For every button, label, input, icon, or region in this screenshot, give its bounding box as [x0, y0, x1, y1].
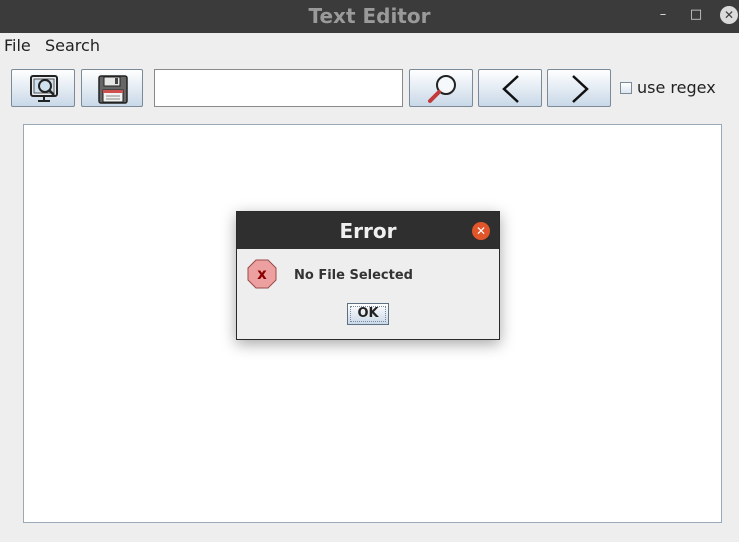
- magnifier-icon: [428, 75, 456, 103]
- maximize-button[interactable]: □: [684, 0, 708, 33]
- chevron-right-icon: [572, 75, 589, 103]
- dialog-title: Error: [339, 219, 397, 243]
- next-button[interactable]: [547, 69, 611, 107]
- dialog-message: No File Selected: [294, 268, 413, 283]
- chevron-left-icon: [502, 75, 519, 103]
- menu-search[interactable]: Search: [45, 36, 100, 55]
- dialog-titlebar: Error ✕: [237, 212, 499, 249]
- window-title: Text Editor: [308, 4, 431, 28]
- open-file-button[interactable]: [11, 69, 75, 107]
- regex-label: use regex: [637, 78, 716, 97]
- regex-checkbox[interactable]: [620, 82, 632, 94]
- close-window-button[interactable]: ✕: [720, 6, 738, 24]
- search-input[interactable]: [154, 69, 403, 107]
- menu-bar: File Search: [0, 33, 739, 57]
- error-icon: x: [247, 259, 277, 289]
- dialog-close-button[interactable]: ✕: [472, 222, 490, 240]
- svg-text:x: x: [257, 265, 267, 283]
- save-button[interactable]: [81, 69, 143, 107]
- open-file-icon: [30, 75, 58, 102]
- search-button[interactable]: [409, 69, 473, 107]
- ok-button[interactable]: OK: [347, 303, 389, 325]
- minimize-button[interactable]: –: [651, 0, 675, 33]
- window-titlebar: Text Editor – □ ✕: [0, 0, 739, 33]
- error-dialog: Error ✕ x No File Selected OK: [236, 211, 500, 340]
- floppy-disk-icon: [98, 75, 128, 104]
- menu-file[interactable]: File: [4, 36, 31, 55]
- previous-button[interactable]: [478, 69, 542, 107]
